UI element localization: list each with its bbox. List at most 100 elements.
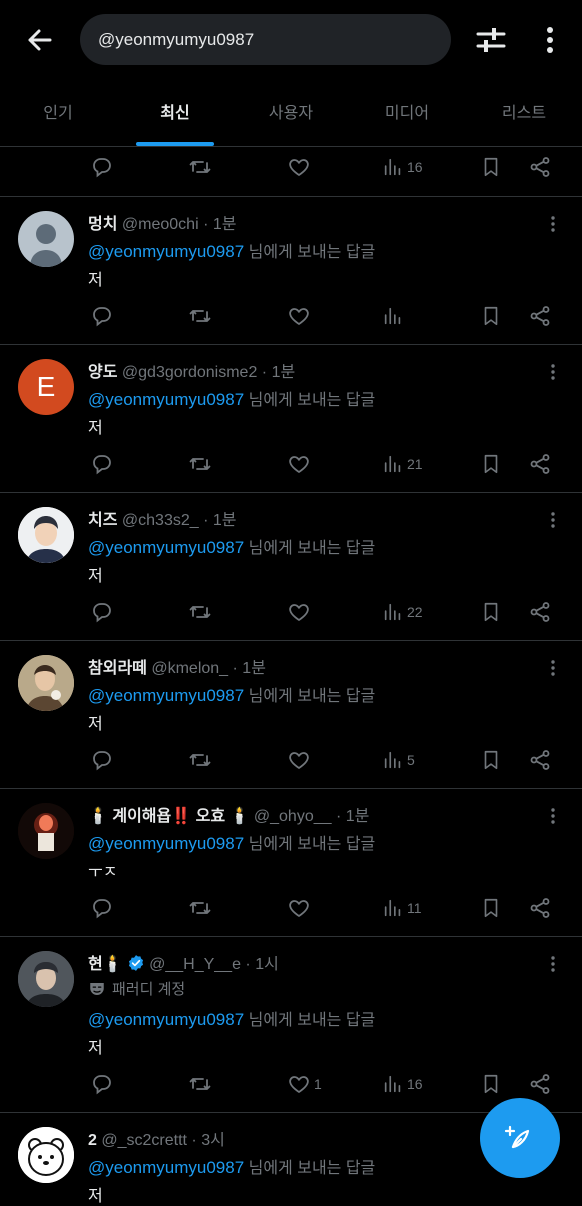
share-button[interactable] (528, 1069, 552, 1099)
tab-popular[interactable]: 인기 (20, 86, 96, 146)
reply-button[interactable] (90, 449, 114, 479)
tweet-item[interactable]: 🕯️ 계이해욥‼️ 오효 🕯️ @_ohyo__ · 1분 @yeonmyumy… (0, 788, 582, 936)
bookmark-button[interactable] (480, 745, 502, 775)
caret-icon[interactable] (546, 659, 560, 677)
tweet-item[interactable]: E 양도 @gd3gordonisme2 · 1분 @yeonmyumyu098… (0, 344, 582, 492)
display-name[interactable]: 현🕯️ (88, 956, 123, 973)
mention-link[interactable]: @yeonmyumyu0987 (88, 1010, 244, 1029)
avatar[interactable]: E (18, 359, 74, 415)
avatar[interactable] (18, 507, 74, 563)
display-name[interactable]: 2 (88, 1132, 97, 1149)
bookmark-button[interactable] (480, 597, 502, 627)
avatar[interactable] (18, 655, 74, 711)
caret-icon[interactable] (546, 215, 560, 233)
timestamp[interactable]: 1분 (242, 660, 266, 677)
views-button[interactable]: 5 (382, 745, 415, 775)
tweet-item[interactable]: 참외라떼 @kmelon_ · 1분 @yeonmyumyu0987 님에게 보… (0, 640, 582, 788)
reply-button[interactable] (90, 893, 114, 923)
caret-icon[interactable] (546, 807, 560, 825)
reply-button[interactable] (90, 1069, 114, 1099)
share-button[interactable] (528, 745, 552, 775)
caret-icon[interactable] (546, 511, 560, 529)
reply-button[interactable] (90, 745, 114, 775)
retweet-button[interactable] (188, 1069, 212, 1099)
views-button[interactable]: 11 (382, 893, 422, 923)
tweet-item[interactable]: 멍치 @meo0chi · 1분 @yeonmyumyu0987 님에게 보내는… (0, 196, 582, 344)
reply-button[interactable] (90, 597, 114, 627)
user-handle[interactable]: @meo0chi (122, 216, 199, 233)
mention-link[interactable]: @yeonmyumyu0987 (88, 834, 244, 853)
retweet-button[interactable] (188, 745, 212, 775)
tab-latest[interactable]: 최신 (136, 86, 214, 146)
timestamp[interactable]: 1분 (213, 216, 237, 233)
mention-link[interactable]: @yeonmyumyu0987 (88, 1158, 244, 1177)
retweet-button[interactable] (188, 449, 212, 479)
mention-link[interactable]: @yeonmyumyu0987 (88, 686, 244, 705)
retweet-button[interactable] (188, 301, 212, 331)
back-arrow-icon[interactable] (22, 22, 58, 58)
like-button[interactable] (287, 449, 314, 479)
views-button[interactable]: 22 (382, 597, 423, 627)
avatar[interactable] (18, 951, 74, 1007)
more-vertical-icon[interactable] (538, 24, 562, 56)
user-handle[interactable]: @_sc2crettt (101, 1132, 187, 1149)
timestamp[interactable]: 1분 (213, 512, 237, 529)
reply-button[interactable] (90, 301, 114, 331)
display-name[interactable]: 참외라떼 (88, 660, 147, 677)
mention-link[interactable]: @yeonmyumyu0987 (88, 242, 244, 261)
avatar[interactable] (18, 211, 74, 267)
retweet-button[interactable] (188, 152, 212, 182)
display-name[interactable]: 멍치 (88, 216, 117, 233)
mention-link[interactable]: @yeonmyumyu0987 (88, 538, 244, 557)
like-button[interactable] (287, 893, 314, 923)
display-name[interactable]: 치즈 (88, 512, 117, 529)
user-handle[interactable]: @ch33s2_ (122, 512, 199, 529)
share-button[interactable] (528, 301, 552, 331)
reply-button[interactable] (90, 152, 114, 182)
tab-lists[interactable]: 리스트 (484, 86, 564, 146)
mention-link[interactable]: @yeonmyumyu0987 (88, 390, 244, 409)
user-handle[interactable]: @_ohyo__ (254, 808, 332, 825)
like-button[interactable] (287, 597, 314, 627)
bookmark-button[interactable] (480, 893, 502, 923)
user-handle[interactable]: @kmelon_ (151, 660, 228, 677)
bookmark-button[interactable] (480, 1069, 502, 1099)
share-button[interactable] (528, 597, 552, 627)
share-button[interactable] (528, 152, 552, 182)
filter-icon[interactable] (474, 24, 508, 56)
compose-button[interactable] (480, 1098, 560, 1178)
tweet-item[interactable]: 현🕯️ @__H_Y__e · 1시 패러디 계정 @yeonmyumyu098… (0, 936, 582, 1112)
display-name[interactable]: 🕯️ 계이해욥‼️ 오효 🕯️ (88, 808, 249, 825)
like-button[interactable] (287, 301, 314, 331)
retweet-button[interactable] (188, 893, 212, 923)
views-button[interactable]: 16 (382, 1069, 423, 1099)
views-button[interactable]: 21 (382, 449, 423, 479)
views-button[interactable] (382, 301, 407, 331)
bookmark-button[interactable] (480, 449, 502, 479)
display-name[interactable]: 양도 (88, 364, 117, 381)
avatar[interactable] (18, 803, 74, 859)
retweet-button[interactable] (188, 597, 212, 627)
views-button[interactable]: 16 (382, 152, 423, 182)
timestamp[interactable]: 3시 (201, 1132, 225, 1149)
user-handle[interactable]: @gd3gordonisme2 (122, 364, 257, 381)
tweet-item[interactable]: 치즈 @ch33s2_ · 1분 @yeonmyumyu0987 님에게 보내는… (0, 492, 582, 640)
share-button[interactable] (528, 449, 552, 479)
like-button[interactable]: 1 (287, 1069, 322, 1099)
caret-icon[interactable] (546, 363, 560, 381)
timestamp[interactable]: 1분 (272, 364, 296, 381)
avatar[interactable] (18, 1127, 74, 1183)
like-button[interactable] (287, 745, 314, 775)
caret-icon[interactable] (546, 955, 560, 973)
timestamp[interactable]: 1분 (346, 808, 370, 825)
tab-people[interactable]: 사용자 (250, 86, 332, 146)
timestamp[interactable]: 1시 (255, 956, 279, 973)
share-button[interactable] (528, 893, 552, 923)
bookmark-button[interactable] (480, 301, 502, 331)
user-handle[interactable]: @__H_Y__e (149, 956, 241, 973)
like-button[interactable] (287, 152, 311, 182)
bookmark-button[interactable] (480, 152, 502, 182)
tab-media[interactable]: 미디어 (366, 86, 448, 146)
search-input[interactable]: @yeonmyumyu0987 (80, 14, 451, 65)
bookmark-icon (480, 304, 502, 328)
